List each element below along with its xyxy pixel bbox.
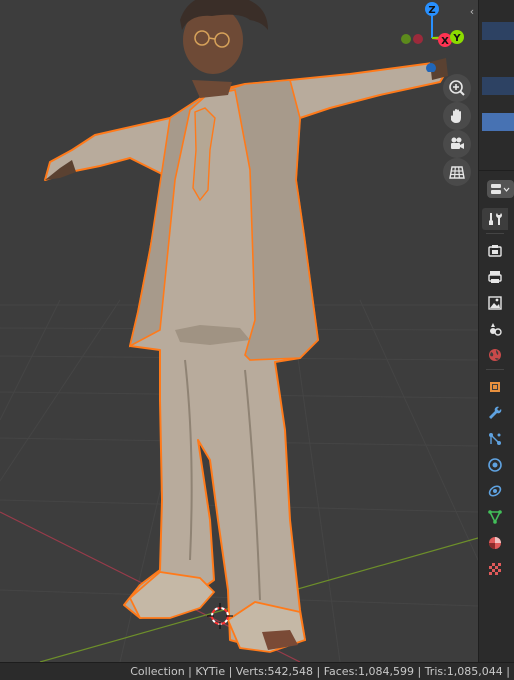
- outliner-row[interactable]: [482, 0, 514, 18]
- editor-type-dropdown[interactable]: [487, 180, 514, 198]
- world-icon: [489, 349, 501, 361]
- gizmo-neg-z: [426, 63, 436, 73]
- physics-icon: [488, 458, 502, 472]
- render-icon: [488, 245, 502, 257]
- tab-physics[interactable]: [482, 454, 508, 476]
- camera-icon: [451, 137, 464, 149]
- texture-icon: [489, 563, 501, 575]
- sidebar-toggle-arrow[interactable]: ‹: [466, 4, 478, 20]
- gizmo-z-label: Z: [428, 5, 435, 16]
- navigation-gizmo[interactable]: Z X Y: [396, 0, 472, 73]
- outliner-row-selected[interactable]: [482, 113, 514, 131]
- status-bar: Collection | KYTie | Verts:542,548 | Fac…: [0, 662, 514, 680]
- 3d-viewport[interactable]: Z X Y ‹: [0, 0, 478, 662]
- output-icon: [488, 271, 502, 283]
- tab-object[interactable]: [482, 376, 508, 398]
- tab-particles[interactable]: [482, 428, 508, 450]
- data-icon: [488, 510, 502, 524]
- zoom-in-icon: [449, 80, 465, 96]
- outliner-row[interactable]: [482, 44, 514, 62]
- material-icon: [489, 537, 501, 549]
- tool-icon: [489, 213, 502, 225]
- tab-data[interactable]: [482, 506, 508, 528]
- tab-texture[interactable]: [482, 558, 508, 580]
- outliner-row[interactable]: [482, 22, 514, 40]
- chevron-down-icon: [503, 187, 510, 192]
- modifier-icon: [489, 406, 502, 419]
- zoom-button[interactable]: [443, 74, 471, 102]
- tab-world[interactable]: [482, 344, 508, 366]
- constraints-icon: [488, 485, 502, 497]
- gizmo-neg-x: [413, 34, 423, 44]
- particles-icon: [489, 433, 501, 445]
- view-layer-icon: [488, 296, 502, 310]
- tab-modifiers[interactable]: [482, 402, 508, 424]
- object-icon: [490, 382, 500, 392]
- character-model[interactable]: [44, 0, 448, 653]
- panel-divider: [479, 170, 514, 171]
- tab-view-layer[interactable]: [482, 292, 508, 314]
- gizmo-y-label: Y: [452, 33, 461, 44]
- tab-output[interactable]: [482, 266, 508, 288]
- pan-button[interactable]: [443, 102, 471, 130]
- outliner-row[interactable]: [482, 77, 514, 95]
- tab-material[interactable]: [482, 532, 508, 554]
- scene-icon: [490, 323, 502, 336]
- hand-pan-icon: [450, 109, 461, 123]
- viewport-scene: [0, 0, 478, 662]
- properties-editor-icon: [491, 184, 501, 194]
- ortho-toggle-button[interactable]: [443, 158, 471, 186]
- tab-tool[interactable]: [482, 208, 508, 230]
- tab-constraints[interactable]: [482, 480, 508, 502]
- grid-view-icon: [449, 166, 465, 179]
- scene-statistics: Collection | KYTie | Verts:542,548 | Fac…: [130, 665, 510, 678]
- tab-scene[interactable]: [482, 318, 508, 340]
- tab-render[interactable]: [482, 240, 508, 262]
- gizmo-neg-y: [401, 34, 411, 44]
- gizmo-x-label: X: [441, 36, 449, 47]
- camera-view-button[interactable]: [443, 130, 471, 158]
